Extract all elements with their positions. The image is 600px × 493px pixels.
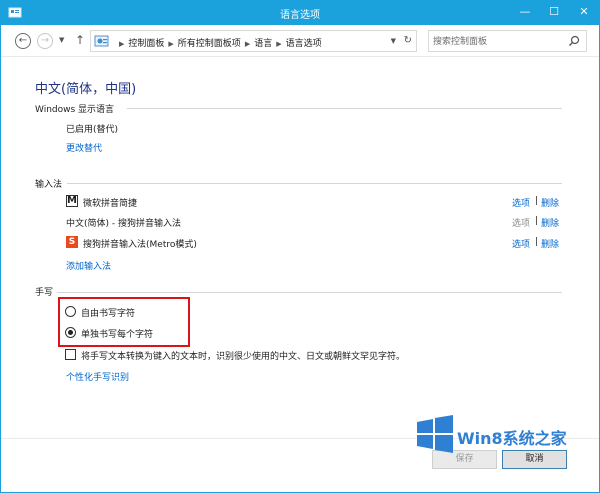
search-icon[interactable] xyxy=(568,35,580,47)
address-bar[interactable]: ▶ 控制面板 ▶ 所有控制面板项 ▶ 语言 ▶ 语言选项 ▼ ↻ xyxy=(90,30,417,52)
windows-logo-icon xyxy=(417,415,453,453)
link-separator: | xyxy=(535,196,539,206)
window-title: 语言选项 xyxy=(280,10,320,21)
ime-delete-link[interactable]: 删除 xyxy=(541,196,559,209)
language-options-window: 语言选项 — ☐ ✕ ← → ▼ ↑ ▶ 控制面板 ▶ 所有控制面板项 ▶ 语言 ▶ 语言选项… xyxy=(0,0,600,493)
ime-options-link[interactable]: 选项 xyxy=(512,196,530,209)
ime-options-link[interactable]: 选项 xyxy=(512,216,530,229)
highlight-annotation xyxy=(58,297,190,347)
watermark-text: Win8系统之家 xyxy=(457,429,567,448)
up-button[interactable]: ↑ xyxy=(75,33,85,47)
ime-name: 微软拼音简捷 xyxy=(83,199,138,209)
search-input[interactable] xyxy=(433,34,563,49)
display-language-status: 已启用(替代) xyxy=(66,125,119,135)
section-divider xyxy=(67,183,562,184)
main-content: 中文(简体，中国) Windows 显示语言 已启用(替代) 更改替代 输入法 … xyxy=(1,58,599,438)
maximize-button[interactable]: ☐ xyxy=(540,1,568,23)
breadcrumb: ▶ 控制面板 ▶ 所有控制面板项 ▶ 语言 ▶ 语言选项 xyxy=(115,36,322,49)
change-override-link[interactable]: 更改替代 xyxy=(66,141,102,154)
link-separator: | xyxy=(535,237,539,247)
section-divider xyxy=(57,292,562,293)
add-input-method-link[interactable]: 添加输入法 xyxy=(66,259,111,272)
control-panel-icon xyxy=(94,35,109,47)
ime-options-link[interactable]: 选项 xyxy=(512,237,530,250)
section-title-input-method: 输入法 xyxy=(35,180,63,190)
ime-delete-link[interactable]: 删除 xyxy=(541,216,559,229)
watermark: Win8系统之家 xyxy=(415,414,585,456)
minimize-button[interactable]: — xyxy=(511,1,539,23)
breadcrumb-control-panel[interactable]: 控制面板 xyxy=(128,39,164,49)
rare-characters-checkbox[interactable] xyxy=(65,349,76,360)
breadcrumb-separator[interactable]: ▶ xyxy=(245,40,250,48)
refresh-button[interactable]: ↻ xyxy=(404,35,412,46)
breadcrumb-language[interactable]: 语言 xyxy=(254,39,272,49)
close-button[interactable]: ✕ xyxy=(570,1,598,23)
breadcrumb-language-options[interactable]: 语言选项 xyxy=(286,39,322,49)
breadcrumb-all-items[interactable]: 所有控制面板项 xyxy=(178,39,241,49)
section-title-handwriting: 手写 xyxy=(35,288,54,298)
breadcrumb-separator[interactable]: ▶ xyxy=(119,40,124,48)
section-divider xyxy=(127,108,562,109)
checkbox-label: 将手写文本转换为键入的文本时，识别很少使用的中文、日文或朝鲜文罕见字符。 xyxy=(81,352,406,362)
link-separator: | xyxy=(535,216,539,226)
breadcrumb-separator[interactable]: ▶ xyxy=(168,40,173,48)
ime-name: 中文(简体) - 搜狗拼音输入法 xyxy=(66,219,181,229)
breadcrumb-separator[interactable]: ▶ xyxy=(276,40,281,48)
recent-locations-dropdown[interactable]: ▼ xyxy=(59,36,64,44)
sogou-icon: S xyxy=(66,236,78,248)
title-bar: 语言选项 — ☐ ✕ xyxy=(1,1,599,25)
address-dropdown-button[interactable]: ▼ xyxy=(391,37,396,45)
navigation-bar: ← → ▼ ↑ ▶ 控制面板 ▶ 所有控制面板项 ▶ 语言 ▶ 语言选项 ▼ ↻ xyxy=(1,25,599,57)
page-title: 中文(简体，中国) xyxy=(35,82,137,97)
back-button[interactable]: ← xyxy=(15,33,31,49)
section-title-display-language: Windows 显示语言 xyxy=(35,105,115,115)
ime-delete-link[interactable]: 删除 xyxy=(541,237,559,250)
personalize-handwriting-link[interactable]: 个性化手写识别 xyxy=(66,370,129,383)
ms-pinyin-icon: M xyxy=(66,195,78,207)
ime-name: 搜狗拼音输入法(Metro模式) xyxy=(83,240,197,250)
forward-button[interactable]: → xyxy=(37,33,53,49)
search-box[interactable] xyxy=(428,30,587,52)
